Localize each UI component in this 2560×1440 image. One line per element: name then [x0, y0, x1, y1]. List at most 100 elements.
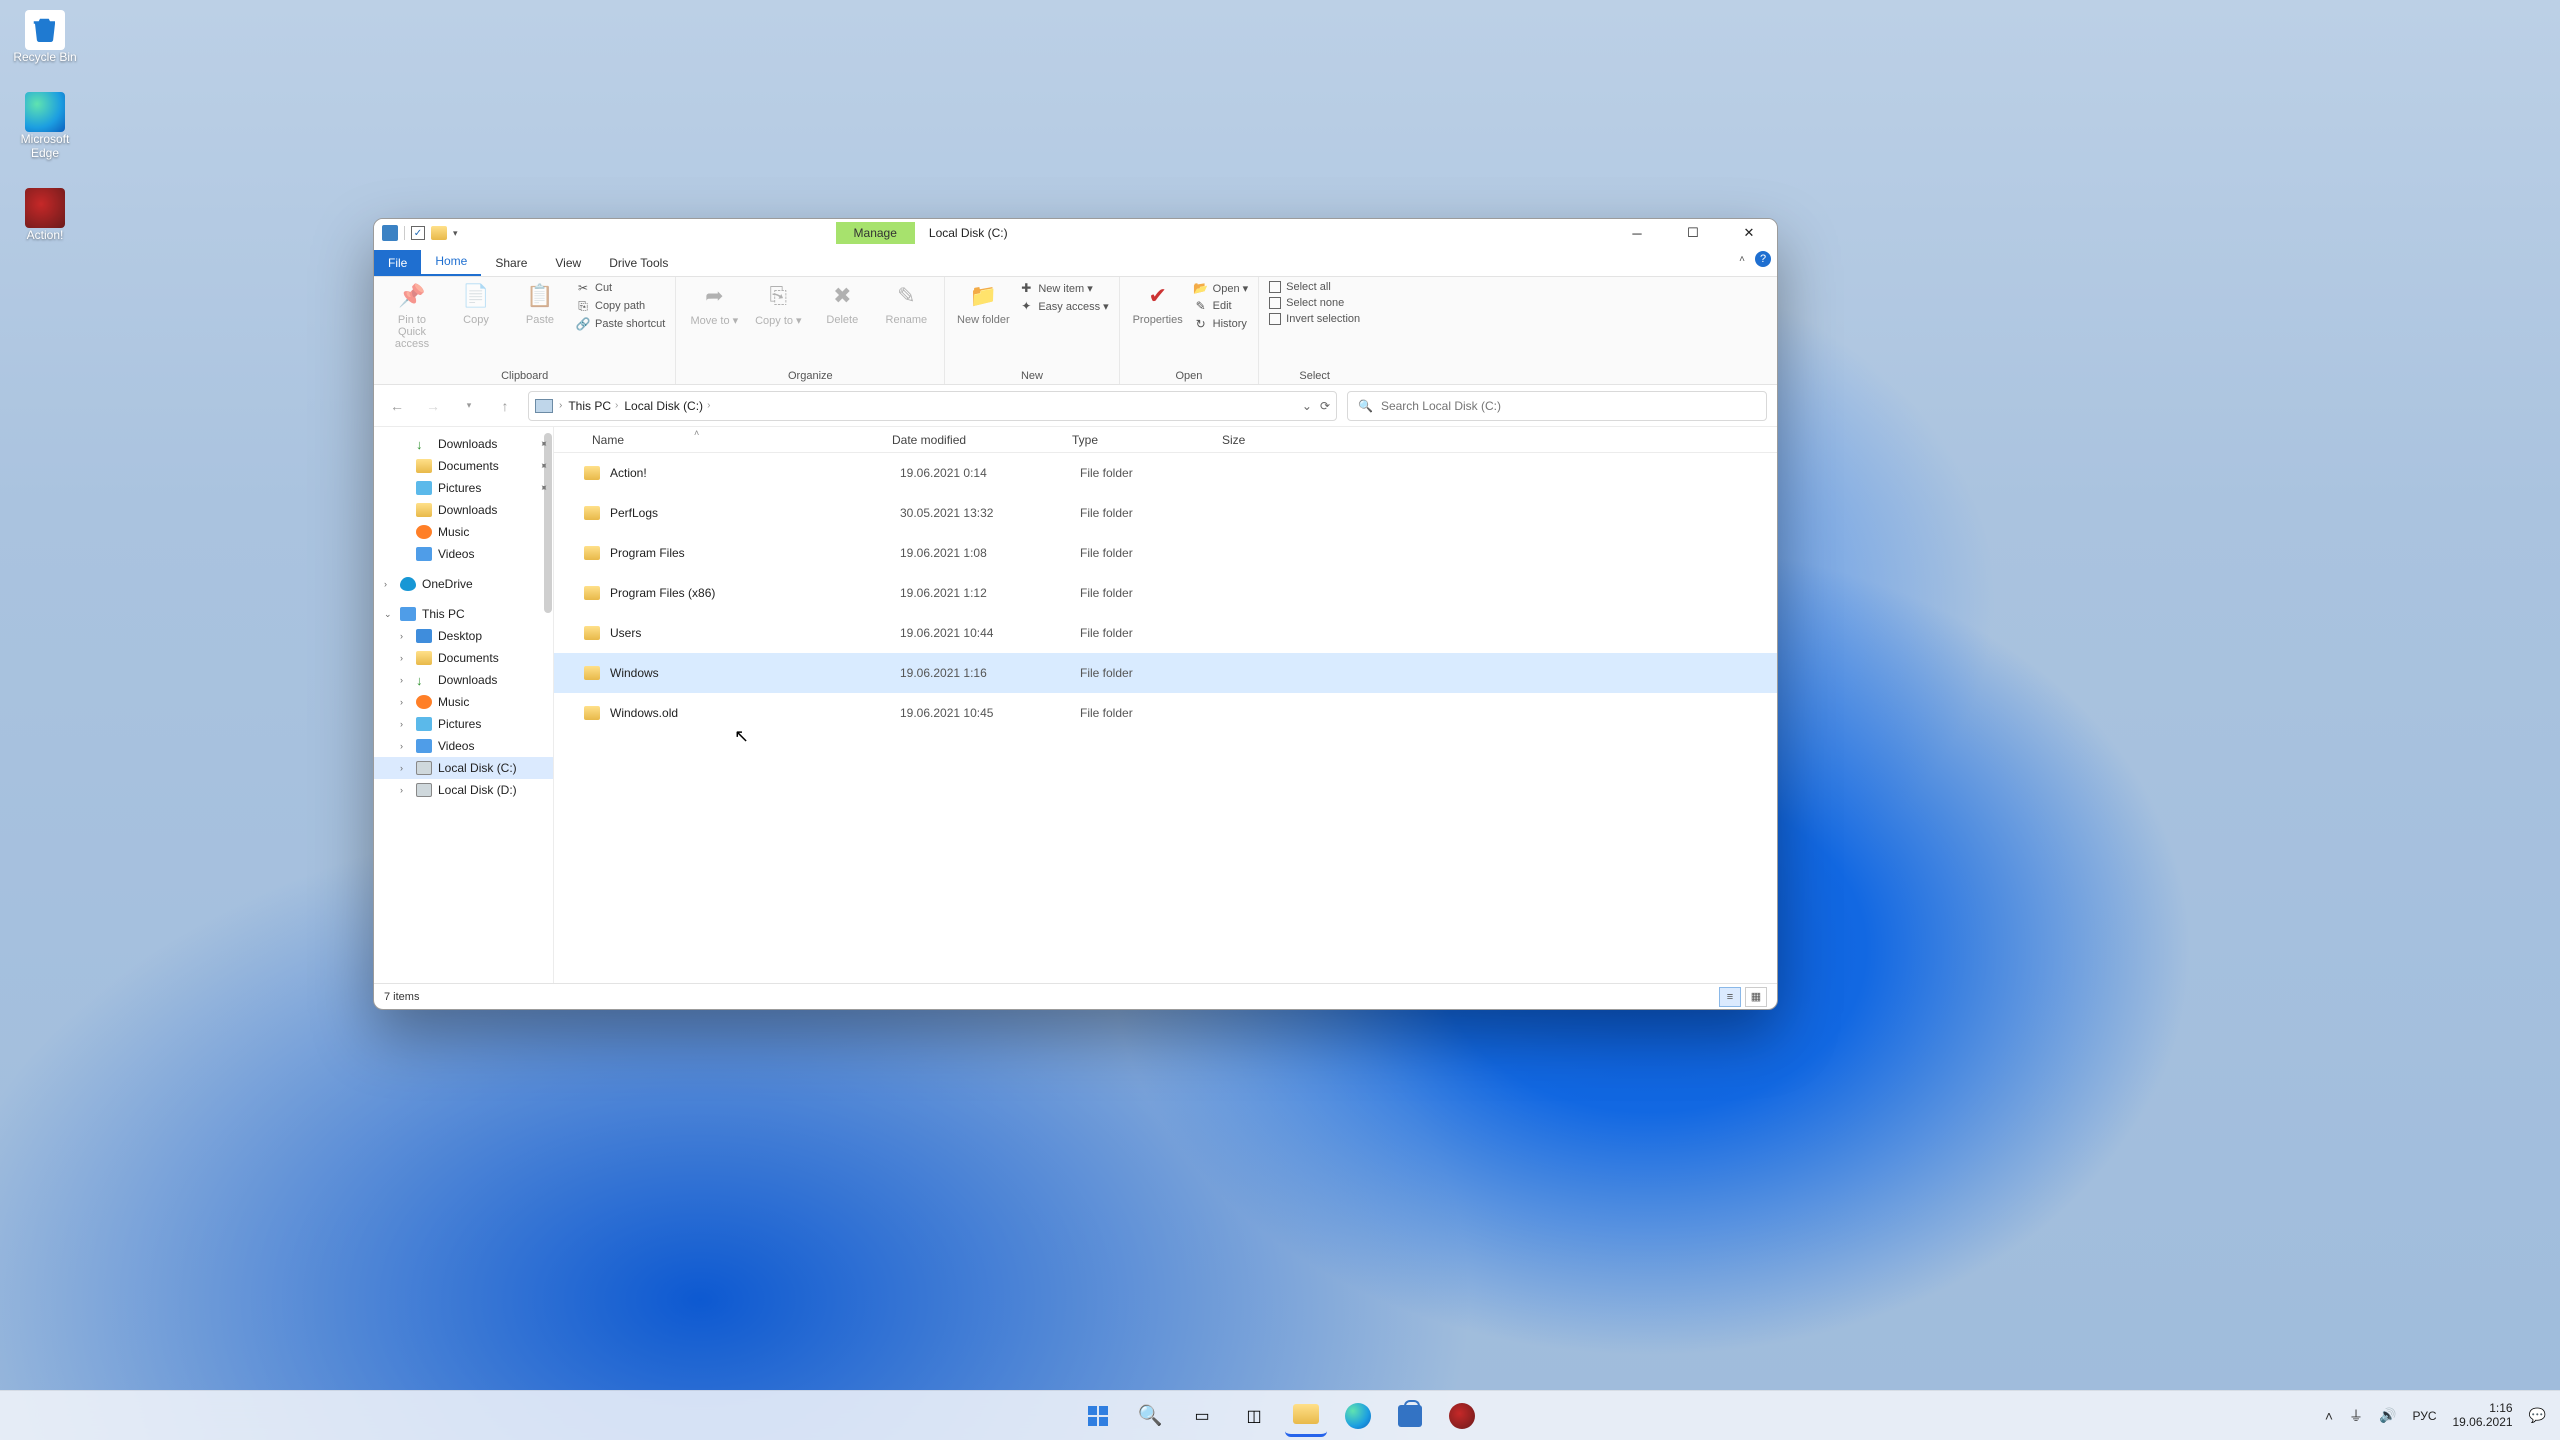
column-header-name[interactable]: Name˄ — [584, 433, 884, 447]
taskbar-search-button[interactable]: 🔍 — [1129, 1395, 1171, 1437]
expand-icon[interactable]: › — [400, 719, 403, 729]
taskbar-store-button[interactable] — [1389, 1395, 1431, 1437]
chevron-right-icon[interactable]: › — [559, 400, 562, 411]
qat-newfolder-icon[interactable] — [431, 226, 447, 240]
sidebar-item[interactable]: Music — [374, 521, 553, 543]
sidebar-item[interactable]: Pictures✦ — [374, 477, 553, 499]
taskbar-widgets-button[interactable]: ◫ — [1233, 1395, 1275, 1437]
refresh-icon[interactable]: ⟳ — [1320, 399, 1330, 413]
view-details-button[interactable]: ≡ — [1719, 987, 1741, 1007]
address-dropdown-icon[interactable]: ⌄ — [1302, 399, 1312, 413]
file-row[interactable]: Users 19.06.2021 10:44 File folder — [554, 613, 1777, 653]
tab-share[interactable]: Share — [481, 250, 541, 276]
window-titlebar[interactable]: ✓ ▾ Manage Local Disk (C:) ─ ☐ ✕ — [374, 219, 1777, 247]
start-button[interactable] — [1077, 1395, 1119, 1437]
delete-button[interactable]: ✖Delete — [814, 281, 870, 326]
taskbar-edge-button[interactable] — [1337, 1395, 1379, 1437]
copy-button[interactable]: 📄 Copy — [448, 281, 504, 326]
history-button[interactable]: ↻History — [1194, 317, 1249, 331]
sidebar-item-thispc[interactable]: ⌄ This PC — [374, 603, 553, 625]
volume-icon[interactable]: 🔊 — [2379, 1407, 2396, 1424]
expand-icon[interactable]: › — [400, 785, 403, 795]
file-row[interactable]: Program Files (x86) 19.06.2021 1:12 File… — [554, 573, 1777, 613]
expand-icon[interactable]: › — [400, 631, 403, 641]
move-to-button[interactable]: ➦Move to ▾ — [686, 281, 742, 327]
breadcrumb-thispc[interactable]: This PC› — [568, 399, 618, 413]
file-row[interactable]: Program Files 19.06.2021 1:08 File folde… — [554, 533, 1777, 573]
nav-forward-button[interactable]: → — [420, 393, 446, 419]
contextual-tab-manage[interactable]: Manage — [836, 222, 915, 244]
tab-file[interactable]: File — [374, 250, 421, 276]
properties-button[interactable]: ✔Properties — [1130, 281, 1186, 326]
sidebar-item[interactable]: Downloads — [374, 499, 553, 521]
expand-icon[interactable]: › — [400, 653, 403, 663]
tab-home[interactable]: Home — [421, 248, 481, 276]
search-box[interactable]: 🔍 — [1347, 391, 1767, 421]
sidebar-item[interactable]: ↓Downloads✦ — [374, 433, 553, 455]
expand-icon[interactable]: › — [400, 675, 403, 685]
cut-button[interactable]: ✂Cut — [576, 281, 665, 295]
qat-dropdown-icon[interactable]: ▾ — [453, 228, 458, 239]
help-icon[interactable]: ? — [1755, 251, 1771, 267]
paste-shortcut-button[interactable]: 🔗Paste shortcut — [576, 317, 665, 331]
file-row[interactable]: PerfLogs 30.05.2021 13:32 File folder — [554, 493, 1777, 533]
nav-back-button[interactable]: ← — [384, 393, 410, 419]
select-all-button[interactable]: Select all — [1269, 281, 1360, 293]
tab-view[interactable]: View — [541, 250, 595, 276]
sidebar-item[interactable]: ›↓Downloads — [374, 669, 553, 691]
tray-language[interactable]: РУС — [2412, 1409, 2436, 1423]
network-icon[interactable]: ⏚ — [2349, 1406, 2363, 1426]
view-large-icons-button[interactable]: ▦ — [1745, 987, 1767, 1007]
paste-button[interactable]: 📋 Paste — [512, 281, 568, 326]
sidebar-item[interactable]: ›Videos — [374, 735, 553, 757]
copy-to-button[interactable]: ⎘Copy to ▾ — [750, 281, 806, 327]
sidebar-item[interactable]: ›Local Disk (C:) — [374, 757, 553, 779]
easy-access-button[interactable]: ✦Easy access ▾ — [1019, 299, 1108, 313]
file-row[interactable]: Windows.old 19.06.2021 10:45 File folder — [554, 693, 1777, 733]
edit-button[interactable]: ✎Edit — [1194, 299, 1249, 313]
select-none-button[interactable]: Select none — [1269, 297, 1360, 309]
qat-properties-icon[interactable]: ✓ — [411, 226, 425, 240]
pin-to-quick-access-button[interactable]: 📌 Pin to Quick access — [384, 281, 440, 350]
new-item-button[interactable]: ✚New item ▾ — [1019, 281, 1108, 295]
system-tray[interactable]: ˄ ⏚ 🔊 РУС 1:16 19.06.2021 💬 — [2325, 1402, 2546, 1430]
nav-up-button[interactable]: ↑ — [492, 393, 518, 419]
taskbar[interactable]: 🔍 ▭ ◫ ˄ ⏚ 🔊 РУС 1:16 19.06.2021 💬 — [0, 1390, 2560, 1440]
file-row[interactable]: Action! 19.06.2021 0:14 File folder — [554, 453, 1777, 493]
minimize-button[interactable]: ─ — [1609, 219, 1665, 247]
new-folder-button[interactable]: 📁New folder — [955, 281, 1011, 326]
nav-recent-button[interactable]: ▾ — [456, 393, 482, 419]
copy-path-button[interactable]: ⎘Copy path — [576, 299, 665, 313]
tray-clock[interactable]: 1:16 19.06.2021 — [2453, 1402, 2513, 1430]
expand-icon[interactable]: › — [400, 741, 403, 751]
notifications-icon[interactable]: 💬 — [2529, 1407, 2546, 1424]
expand-icon[interactable]: › — [400, 697, 403, 707]
desktop-icon-recycle-bin[interactable]: Recycle Bin — [6, 10, 84, 64]
open-button[interactable]: 📂Open ▾ — [1194, 281, 1249, 295]
taskbar-explorer-button[interactable] — [1285, 1395, 1327, 1437]
maximize-button[interactable]: ☐ — [1665, 219, 1721, 247]
taskbar-action-button[interactable] — [1441, 1395, 1483, 1437]
sidebar-item[interactable]: Documents✦ — [374, 455, 553, 477]
desktop-icon-edge[interactable]: Microsoft Edge — [6, 92, 84, 160]
taskbar-taskview-button[interactable]: ▭ — [1181, 1395, 1223, 1437]
rename-button[interactable]: ✎Rename — [878, 281, 934, 326]
column-header-size[interactable]: Size — [1214, 433, 1314, 447]
expand-icon[interactable]: › — [400, 763, 403, 773]
sidebar-item-onedrive[interactable]: › OneDrive — [374, 573, 553, 595]
close-button[interactable]: ✕ — [1721, 219, 1777, 247]
file-row[interactable]: Windows 19.06.2021 1:16 File folder — [554, 653, 1777, 693]
navigation-pane[interactable]: ↓Downloads✦Documents✦Pictures✦DownloadsM… — [374, 427, 554, 983]
tray-overflow-icon[interactable]: ˄ — [2325, 1408, 2333, 1424]
collapse-icon[interactable]: ⌄ — [384, 609, 392, 620]
sidebar-item[interactable]: ›Music — [374, 691, 553, 713]
column-header-type[interactable]: Type — [1064, 433, 1214, 447]
sidebar-item[interactable]: ›Desktop — [374, 625, 553, 647]
column-header-date[interactable]: Date modified — [884, 433, 1064, 447]
ribbon-collapse-icon[interactable]: ˄ — [1739, 254, 1745, 265]
sidebar-item[interactable]: ›Pictures — [374, 713, 553, 735]
sidebar-item[interactable]: Videos — [374, 543, 553, 565]
desktop-icon-action[interactable]: Action! — [6, 188, 84, 242]
search-input[interactable] — [1381, 399, 1756, 413]
breadcrumb-location[interactable]: Local Disk (C:)› — [624, 399, 710, 413]
